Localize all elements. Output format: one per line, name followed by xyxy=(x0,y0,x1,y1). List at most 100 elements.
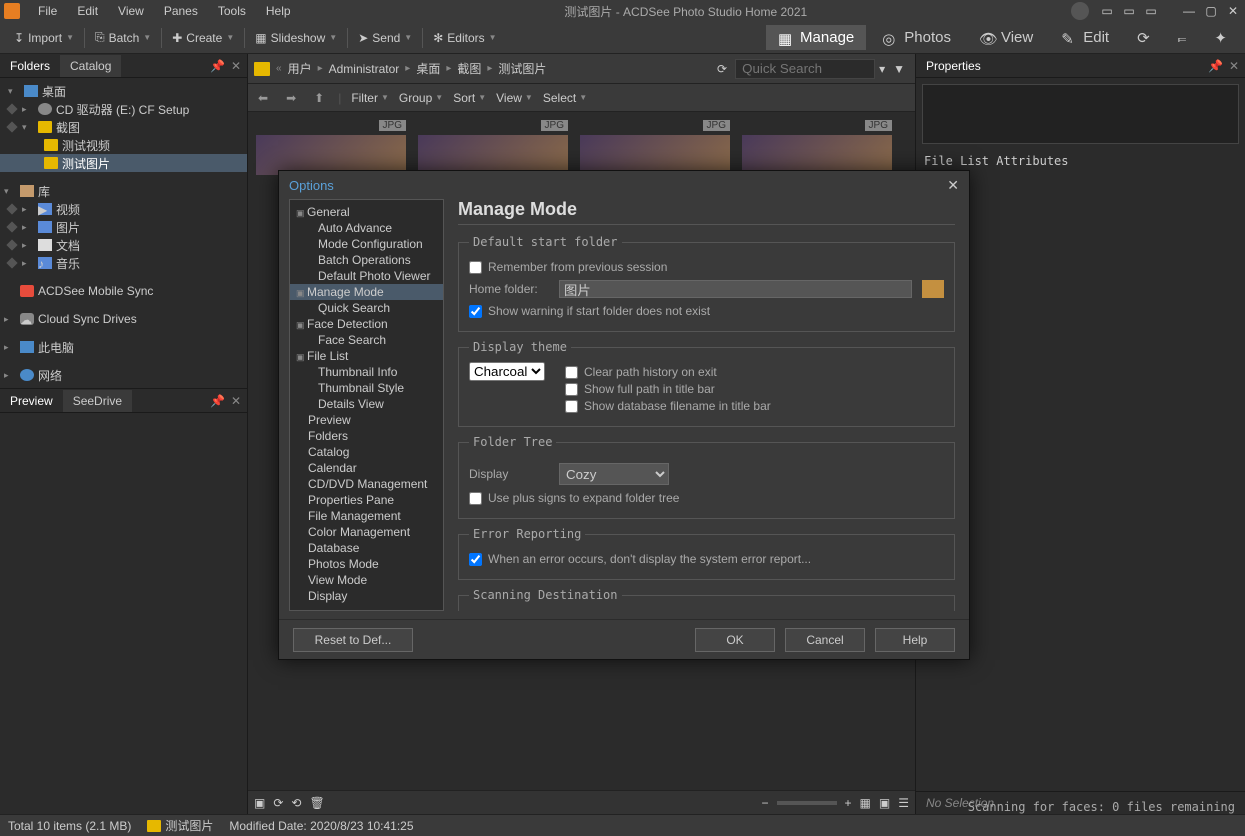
tool-icon[interactable]: 🗑 xyxy=(309,796,324,810)
options-tree-item[interactable]: CD/DVD Management xyxy=(290,476,443,492)
bc-item[interactable]: 桌面 xyxy=(416,60,440,77)
nav-up-icon[interactable]: ⬆ xyxy=(310,91,328,105)
browse-button[interactable] xyxy=(922,280,944,298)
menu-file[interactable]: File xyxy=(28,2,67,20)
tab-actions[interactable]: ✦ xyxy=(1202,25,1239,51)
minimize-icon[interactable]: — xyxy=(1181,3,1197,19)
options-tree-item[interactable]: Manage Mode xyxy=(290,284,443,300)
tree-lib[interactable]: ▾库 xyxy=(0,182,247,200)
tree-cd[interactable]: ▸CD 驱动器 (E:) CF Setup xyxy=(0,100,247,118)
view-mode-icon[interactable]: ▣ xyxy=(879,796,890,810)
pin-icon[interactable]: 📌 xyxy=(210,394,225,408)
create-button[interactable]: ✚ Create ▼ xyxy=(164,26,242,50)
options-tree-item[interactable]: Photos Mode xyxy=(290,556,443,572)
tree-jietu[interactable]: ▾截图 xyxy=(0,118,247,136)
zoom-out-icon[interactable]: − xyxy=(762,796,769,810)
bc-item[interactable]: 测试图片 xyxy=(498,60,546,77)
options-tree-item[interactable]: Color Management xyxy=(290,524,443,540)
menu-view[interactable]: View xyxy=(108,2,154,20)
panel-layout-icon[interactable]: ▭ xyxy=(1121,3,1137,19)
tab-365[interactable]: ⟳ xyxy=(1125,25,1162,51)
options-tree-item[interactable]: File Management xyxy=(290,508,443,524)
options-tree-item[interactable]: Quick Search xyxy=(290,300,443,316)
options-tree-item[interactable]: Auto Advance xyxy=(290,220,443,236)
options-tree-item[interactable]: Thumbnail Info xyxy=(290,364,443,380)
zoom-slider[interactable] xyxy=(777,801,837,805)
tree-lib-pic[interactable]: ▸图片 xyxy=(0,218,247,236)
menu-edit[interactable]: Edit xyxy=(67,2,108,20)
bc-item[interactable]: 用户 xyxy=(288,60,312,77)
options-tree-item[interactable]: Calendar xyxy=(290,460,443,476)
sort-btn[interactable]: Sort▼ xyxy=(453,91,486,105)
options-tree-item[interactable]: Preview xyxy=(290,412,443,428)
options-tree-item[interactable]: Properties Pane xyxy=(290,492,443,508)
display-select[interactable]: Cozy xyxy=(559,463,669,485)
tree-mobile[interactable]: ACDSee Mobile Sync xyxy=(0,282,247,300)
pin-icon[interactable]: 📌 xyxy=(210,59,225,73)
filter-btn[interactable]: Filter▼ xyxy=(351,91,389,105)
tree-lib-music[interactable]: ▸♪音乐 xyxy=(0,254,247,272)
panel-layout-icon[interactable]: ▭ xyxy=(1099,3,1115,19)
tab-properties[interactable]: Properties xyxy=(916,55,991,77)
panel-layout-icon[interactable]: ▭ xyxy=(1143,3,1159,19)
chk-error-report[interactable] xyxy=(469,553,482,566)
options-tree-item[interactable]: Database xyxy=(290,540,443,556)
tab-view[interactable]: 👁View xyxy=(967,25,1045,50)
options-tree-item[interactable]: Display xyxy=(290,588,443,604)
tree-net[interactable]: ▸网络 xyxy=(0,366,247,384)
close-icon[interactable]: ✕ xyxy=(1229,59,1239,73)
options-tree-item[interactable]: Batch Operations xyxy=(290,252,443,268)
tab-manage[interactable]: ▦Manage xyxy=(766,25,866,50)
tab-photos[interactable]: ◎Photos xyxy=(870,25,963,50)
chk-plus-signs[interactable] xyxy=(469,492,482,505)
zoom-in-icon[interactable]: + xyxy=(845,796,852,810)
import-button[interactable]: ↧ Import ▼ xyxy=(6,26,82,50)
view-btn[interactable]: View▼ xyxy=(496,91,533,105)
quick-search-input[interactable] xyxy=(735,59,875,79)
options-tree-item[interactable]: Thumbnail Style xyxy=(290,380,443,396)
tab-folders[interactable]: Folders xyxy=(0,55,60,77)
close-icon[interactable]: ✕ xyxy=(1225,3,1241,19)
close-icon[interactable]: ✕ xyxy=(231,394,241,408)
tree-lib-doc[interactable]: ▸文档 xyxy=(0,236,247,254)
options-tree-item[interactable]: Mode Configuration xyxy=(290,236,443,252)
options-tree-item[interactable]: General xyxy=(290,204,443,220)
chk-remember[interactable] xyxy=(469,261,482,274)
tree-pc[interactable]: ▸此电脑 xyxy=(0,338,247,356)
options-tree-item[interactable]: File List xyxy=(290,348,443,364)
close-icon[interactable]: ✕ xyxy=(231,59,241,73)
menu-panes[interactable]: Panes xyxy=(154,2,208,20)
tree-lib-video[interactable]: ▸▶视频 xyxy=(0,200,247,218)
options-tree-item[interactable]: Folders xyxy=(290,428,443,444)
send-button[interactable]: ➤ Send ▼ xyxy=(350,26,420,50)
options-tree-item[interactable]: Catalog xyxy=(290,444,443,460)
reset-button[interactable]: Reset to Def... xyxy=(293,628,413,652)
tree-cloud[interactable]: ▸☁Cloud Sync Drives xyxy=(0,310,247,328)
tab-dashboard[interactable]: ⫭ xyxy=(1166,25,1199,50)
user-avatar-icon[interactable] xyxy=(1071,2,1089,20)
cancel-button[interactable]: Cancel xyxy=(785,628,865,652)
search-dropdown-icon[interactable]: ▾ xyxy=(875,62,889,76)
options-tree-item[interactable]: Face Detection xyxy=(290,316,443,332)
options-tree-item[interactable]: View Mode xyxy=(290,572,443,588)
dialog-close-icon[interactable]: ✕ xyxy=(947,177,959,194)
filter-icon[interactable]: ▼ xyxy=(889,62,909,76)
tool-icon[interactable]: ⟳ xyxy=(273,796,283,810)
tool-icon[interactable]: ▣ xyxy=(254,796,265,810)
tab-seedrive[interactable]: SeeDrive xyxy=(63,390,132,412)
tree-video[interactable]: 测试视频 xyxy=(0,136,247,154)
tree-tupian[interactable]: 测试图片 xyxy=(0,154,247,172)
maximize-icon[interactable]: ▢ xyxy=(1203,3,1219,19)
pin-icon[interactable]: 📌 xyxy=(1208,59,1223,73)
home-folder-input[interactable] xyxy=(559,280,912,298)
chk-clear-history[interactable] xyxy=(565,366,578,379)
chk-warn[interactable] xyxy=(469,305,482,318)
menu-help[interactable]: Help xyxy=(256,2,301,20)
bc-item[interactable]: Administrator xyxy=(329,62,400,76)
view-mode-icon[interactable]: ☰ xyxy=(898,796,909,810)
select-btn[interactable]: Select▼ xyxy=(543,91,587,105)
tree-desktop[interactable]: ▾桌面 xyxy=(0,82,247,100)
nav-back-icon[interactable]: ⬅ xyxy=(254,91,272,105)
menu-tools[interactable]: Tools xyxy=(208,2,256,20)
nav-fwd-icon[interactable]: ➡ xyxy=(282,91,300,105)
